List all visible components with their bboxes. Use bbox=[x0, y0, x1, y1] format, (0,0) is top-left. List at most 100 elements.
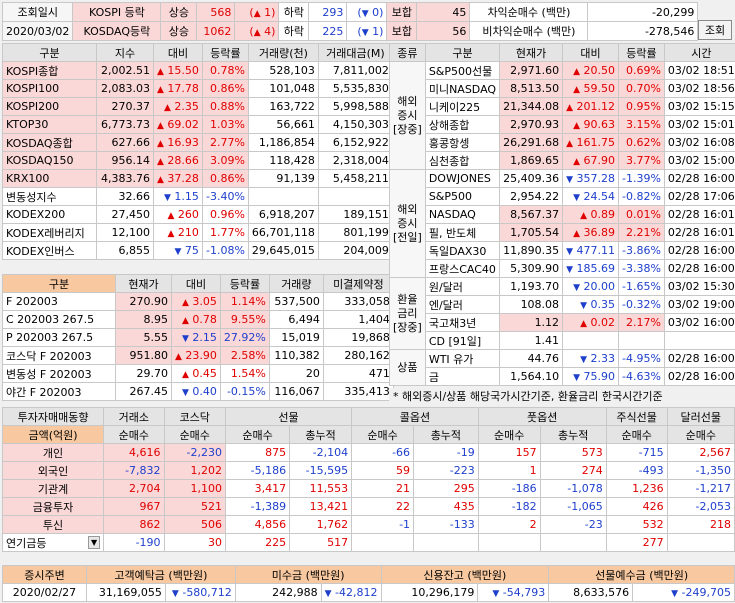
change-cell: ▲ 67.90 bbox=[562, 151, 619, 170]
index-name[interactable]: KOSDAQ종합 bbox=[2, 133, 97, 152]
investor-row[interactable]: 금융투자 967 521 -1,389 13,421 22 435 -182 -1,065 426… bbox=[1, 497, 735, 516]
world-row[interactable]: 환율 금리 [장중] 원/달러 1,193.70 ▼ 20.00 -1.65% 03/02 1… bbox=[389, 277, 735, 350]
investor-value: 295 bbox=[413, 479, 479, 498]
index-name[interactable]: KOSPI100 bbox=[2, 79, 97, 98]
world-row[interactable]: 독일DAX30 11,890.35 ▼ 477.11 -3.86% 02/28 16:0… bbox=[390, 241, 735, 260]
futures-rate: 1.14% bbox=[219, 292, 270, 311]
world-row[interactable]: 프랑스CAC40 5,309.90 ▼ 185.69 -3.38% 02/28 16:0… bbox=[390, 259, 735, 278]
futures-row[interactable]: C 202003 267.5 8.95 ▲ 0.78 9.55% 6,494 1,404 bbox=[2, 310, 394, 329]
futures-row[interactable]: 야간 F 202003 267.45 ▼ 0.40 -0.15% 116,067 335,… bbox=[2, 382, 394, 401]
index-row[interactable]: KOSDAQ150 956.14 ▲ 28.66 3.09% 118,428 2,318,… bbox=[2, 151, 393, 170]
futures-row[interactable]: 변동성 F 202003 29.70 ▲ 0.45 1.54% 20 471 bbox=[2, 364, 394, 383]
world-row[interactable]: 해외 증시 [전일] DOWJONES 25,409.36 ▼ 357.28 -1.39% 0… bbox=[389, 169, 735, 278]
investor-row[interactable]: 연기금등 ▼ -190 30 225 517 277 bbox=[1, 533, 735, 552]
index-row[interactable]: KOSDAQ종합 627.66 ▲ 16.93 2.77% 1,186,854 6,152… bbox=[2, 133, 393, 152]
world-name[interactable]: 니케이225 bbox=[424, 97, 501, 116]
investor-name[interactable]: 외국인 bbox=[1, 461, 105, 480]
world-rate: -3.38% bbox=[617, 259, 665, 278]
futures-name[interactable]: P 202003 267.5 bbox=[2, 328, 116, 347]
world-name[interactable]: 홍콩항셍 bbox=[424, 133, 501, 152]
world-row[interactable]: 해외 증시 [장중] S&P500선물 2,971.60 ▲ 20.50 0.69% 03/0… bbox=[389, 61, 735, 170]
index-name[interactable]: KODEX인버스 bbox=[2, 241, 97, 260]
futures-row[interactable]: P 202003 267.5 5.55 ▼ 2.15 27.92% 15,019 19,8… bbox=[2, 328, 394, 347]
index-name[interactable]: KOSPI종합 bbox=[2, 61, 97, 80]
futures-name[interactable]: F 202003 bbox=[2, 292, 116, 311]
futures-row[interactable]: 코스닥 F 202003 951.80 ▲ 23.90 2.58% 110,382 280… bbox=[2, 346, 394, 365]
world-time: 02/28 16:01 bbox=[663, 223, 735, 242]
index-name[interactable]: 변동성지수 bbox=[2, 187, 97, 206]
index-row[interactable]: KTOP30 6,773.73 ▲ 69.02 1.03% 56,661 4,150,30… bbox=[2, 115, 393, 134]
up-arrow-icon: ▲ bbox=[164, 103, 171, 113]
index-row[interactable]: 변동성지수 32.66 ▼ 1.15 -3.40% bbox=[2, 187, 393, 206]
world-name[interactable]: 미니NASDAQ bbox=[424, 79, 501, 98]
index-header-2: 대비 bbox=[153, 43, 203, 62]
index-name[interactable]: KRX100 bbox=[2, 169, 97, 188]
world-row[interactable]: 니케이225 21,344.08 ▲ 201.12 0.95% 03/02 15:15 bbox=[390, 97, 735, 116]
world-name[interactable]: 심천종합 bbox=[424, 151, 501, 170]
index-name[interactable]: KODEX레버리지 bbox=[2, 223, 97, 242]
futures-header-4: 거래량 bbox=[268, 274, 324, 293]
change-cell: ▲ 260 bbox=[153, 205, 203, 224]
world-name[interactable]: DOWJONES bbox=[424, 169, 501, 188]
world-name[interactable]: 엔/달러 bbox=[424, 295, 501, 314]
world-header-0: 종류 bbox=[389, 43, 426, 62]
world-row[interactable]: 국고채3년 1.12 ▲ 0.02 2.17% 03/02 16:00 bbox=[390, 313, 735, 332]
futures-name[interactable]: 코스닥 F 202003 bbox=[2, 346, 116, 365]
index-row[interactable]: KOSPI종합 2,002.51 ▲ 15.50 0.78% 528,103 7,811,… bbox=[2, 61, 393, 80]
investor-name[interactable]: 투신 bbox=[1, 515, 105, 534]
index-name[interactable]: KTOP30 bbox=[2, 115, 97, 134]
world-row[interactable]: 상해종합 2,970.93 ▲ 90.63 3.15% 03/02 15:01 bbox=[390, 115, 735, 134]
world-name[interactable]: 프랑스CAC40 bbox=[424, 259, 501, 278]
index-name[interactable]: KODEX200 bbox=[2, 205, 97, 224]
investor-value: 532 bbox=[605, 515, 668, 534]
world-row[interactable]: 심천종합 1,869.65 ▲ 67.90 3.77% 03/02 15:00 bbox=[390, 151, 735, 170]
world-name[interactable]: 상해종합 bbox=[424, 115, 501, 134]
futures-name[interactable]: 변동성 F 202003 bbox=[2, 364, 116, 383]
world-row[interactable]: 미니NASDAQ 8,513.50 ▲ 59.50 0.70% 03/02 18:56 bbox=[390, 79, 735, 98]
world-name[interactable]: S&P500선물 bbox=[424, 61, 501, 80]
world-row[interactable]: 상품 WTI 유가 44.76 ▼ 2.33 -4.95% 02/28 16:00 bbox=[389, 349, 735, 386]
world-name[interactable]: S&P500 bbox=[424, 187, 501, 206]
investor-row[interactable]: 외국인 -7,832 1,202 -5,186 -15,595 59 -223 1 274 -49… bbox=[1, 461, 735, 480]
world-name[interactable]: WTI 유가 bbox=[424, 349, 501, 368]
world-row[interactable]: CD [91일] 1.41 bbox=[390, 331, 735, 350]
index-row[interactable]: KOSPI200 270.37 ▲ 2.35 0.88% 163,722 5,998,58… bbox=[2, 97, 393, 116]
futures-name[interactable]: C 202003 267.5 bbox=[2, 310, 116, 329]
world-name[interactable]: 독일DAX30 bbox=[424, 241, 501, 260]
futures-name[interactable]: 야간 F 202003 bbox=[2, 382, 116, 401]
investor-name[interactable]: 기관계 bbox=[1, 479, 105, 498]
world-name[interactable]: 필, 반도체 bbox=[424, 223, 501, 242]
investor-row[interactable]: 개인 4,616 -2,230 875 -2,104 -66 -19 157 573 -715 2,… bbox=[1, 443, 735, 462]
investor-value bbox=[666, 533, 735, 552]
futures-row[interactable]: F 202003 270.90 ▲ 3.05 1.14% 537,500 333,058 bbox=[2, 292, 394, 311]
index-row[interactable]: KOSPI100 2,083.03 ▲ 17.78 0.86% 101,048 5,535… bbox=[2, 79, 393, 98]
investor-name[interactable]: 금융투자 bbox=[1, 497, 105, 516]
world-name[interactable]: CD [91일] bbox=[424, 331, 501, 350]
up-arrow-icon: ▲ bbox=[573, 229, 580, 239]
world-name[interactable]: 금 bbox=[424, 367, 501, 386]
world-row[interactable]: 홍콩항셍 26,291.68 ▲ 161.75 0.62% 03/02 16:08 bbox=[390, 133, 735, 152]
investor-name[interactable]: 개인 bbox=[1, 443, 105, 462]
index-row[interactable]: KODEX200 27,450 ▲ 260 0.96% 6,918,207 189,151 bbox=[2, 205, 393, 224]
world-name[interactable]: 국고채3년 bbox=[424, 313, 501, 332]
query-button[interactable]: 조회 bbox=[698, 20, 732, 40]
investor-name[interactable]: 연기금등 ▼ bbox=[1, 533, 105, 552]
world-name[interactable]: NASDAQ bbox=[424, 205, 501, 224]
world-row[interactable]: NASDAQ 8,567.37 ▲ 0.89 0.01% 02/28 16:01 bbox=[390, 205, 735, 224]
index-name[interactable]: KOSPI200 bbox=[2, 97, 97, 116]
world-row[interactable]: S&P500 2,954.22 ▼ 24.54 -0.82% 02/28 17:06 bbox=[390, 187, 735, 206]
investor-row[interactable]: 기관계 2,704 1,100 3,417 11,553 21 295 -186 -1,078 1… bbox=[1, 479, 735, 498]
world-name[interactable]: 원/달러 bbox=[424, 277, 501, 296]
world-row[interactable]: 금 1,564.10 ▼ 75.90 -4.63% 02/28 16:00 bbox=[390, 367, 735, 386]
investor-value: 21 bbox=[351, 479, 415, 498]
index-row[interactable]: KRX100 4,383.76 ▲ 37.28 0.86% 91,139 5,458,21… bbox=[2, 169, 393, 188]
investor-value bbox=[477, 533, 541, 552]
world-row[interactable]: 엔/달러 108.08 ▼ 0.35 -0.32% 03/02 19:00 bbox=[390, 295, 735, 314]
investor-value: -23 bbox=[539, 515, 607, 534]
index-name[interactable]: KOSDAQ150 bbox=[2, 151, 97, 170]
world-row[interactable]: 필, 반도체 1,705.54 ▲ 36.89 2.21% 02/28 16:01 bbox=[390, 223, 735, 242]
investor-row[interactable]: 투신 862 506 4,856 1,762 -1 -133 2 -23 532 218 bbox=[1, 515, 735, 534]
index-row[interactable]: KODEX레버리지 12,100 ▲ 210 1.77% 66,701,118 801,1… bbox=[2, 223, 393, 242]
index-row[interactable]: KODEX인버스 6,855 ▼ 75 -1.08% 29,645,015 204,009 bbox=[2, 241, 393, 260]
chevron-down-icon[interactable]: ▼ bbox=[88, 536, 101, 549]
